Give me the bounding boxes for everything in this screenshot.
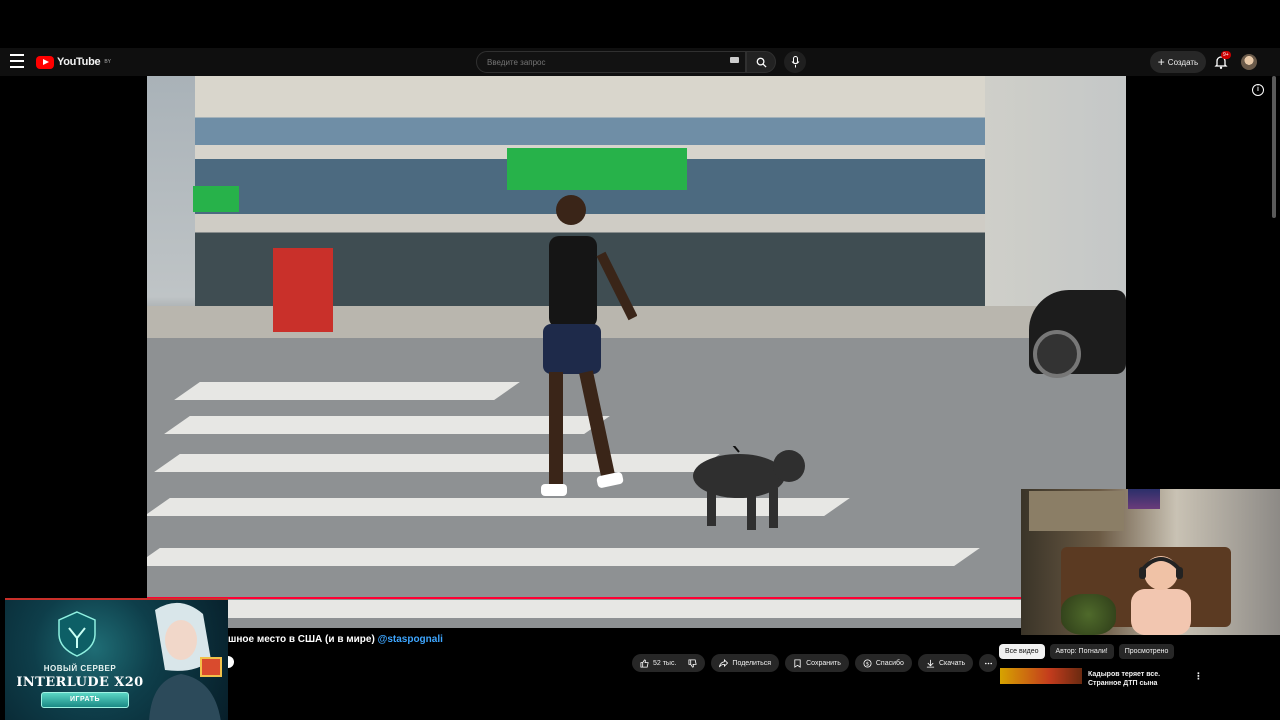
recommendation-chips: Все видео Автор: Погнали! Просмотрено [999, 644, 1175, 659]
region-code: BY [104, 59, 111, 65]
logo-text: YouTube [57, 56, 101, 68]
related-title[interactable]: Кадыров теряет все. Странное ДТП сына [1088, 670, 1178, 688]
mic-icon [791, 56, 799, 68]
info-icon[interactable]: i [1252, 84, 1264, 96]
video-person [541, 195, 637, 496]
video-building-right [985, 76, 1126, 306]
chip-watched[interactable]: Просмотрено [1118, 644, 1175, 659]
avatar[interactable] [1241, 54, 1257, 70]
video-dog [693, 446, 805, 530]
like-count: 52 тыс. [653, 659, 677, 667]
shield-emblem-icon [58, 611, 96, 657]
ad-subtitle: НОВЫЙ СЕРВЕР [43, 664, 117, 673]
scrollbar[interactable] [1272, 76, 1276, 218]
search-icon [756, 57, 767, 68]
ad-title: INTERLUDE X20 [16, 675, 144, 690]
action-row: 52 тыс. Поделиться Сохранить $ Спасибо С… [632, 654, 998, 672]
save-button[interactable]: Сохранить [785, 654, 849, 672]
search-button[interactable] [746, 51, 776, 73]
thanks-icon: $ [863, 658, 872, 668]
create-label: Создать [1167, 57, 1199, 67]
video-player[interactable] [147, 76, 1126, 628]
like-icon [640, 658, 649, 668]
share-icon [719, 658, 729, 667]
video-bank-sign [507, 148, 687, 190]
ad-play-button[interactable]: ИГРАТЬ [41, 692, 129, 708]
video-title-text: шное место в США (и в мире) [228, 634, 375, 645]
more-button[interactable] [979, 654, 998, 672]
thanks-button[interactable]: $ Спасибо [854, 654, 912, 672]
webcam-overlay [1021, 489, 1280, 635]
save-label: Сохранить [806, 659, 841, 667]
search-input[interactable] [477, 52, 727, 73]
svg-text:$: $ [866, 661, 869, 667]
webcam-poster [1128, 489, 1160, 509]
related-video-item[interactable]: Кадыров теряет все. Странное ДТП сына ⋮ [1000, 668, 1280, 687]
youtube-logo-icon [36, 55, 54, 69]
video-car [1029, 290, 1126, 378]
game-ad-banner[interactable]: НОВЫЙ СЕРВЕР INTERLUDE X20 ИГРАТЬ [5, 598, 228, 720]
webcam-plant [1061, 594, 1116, 635]
thanks-label: Спасибо [875, 659, 904, 667]
more-icon [984, 662, 992, 664]
ad-character-illustration [149, 602, 222, 720]
video-kiosk [273, 248, 333, 332]
save-icon [794, 658, 801, 668]
related-more-icon[interactable]: ⋮ [1194, 671, 1203, 682]
create-button[interactable]: + Создать [1150, 51, 1206, 73]
dislike-icon[interactable] [688, 658, 698, 668]
video-bank-sign-left [193, 186, 239, 212]
keyboard-icon[interactable] [730, 57, 739, 63]
video-progress-bar[interactable] [147, 597, 1021, 599]
related-thumbnail[interactable] [1000, 668, 1082, 684]
webcam-window [1029, 491, 1124, 531]
webcam-person [1131, 556, 1191, 635]
voice-search-button[interactable] [784, 51, 806, 73]
download-icon [926, 659, 935, 668]
channel-handle-link[interactable]: @staspognali [378, 634, 443, 645]
notifications-badge: 9+ [1221, 51, 1231, 59]
like-button[interactable]: 52 тыс. [632, 654, 706, 672]
download-label: Скачать [938, 659, 966, 667]
menu-icon[interactable] [10, 54, 26, 68]
chip-all-videos[interactable]: Все видео [999, 644, 1045, 659]
youtube-logo[interactable]: YouTube BY [36, 53, 111, 71]
video-title: шное место в США (и в мире) @staspognali [228, 634, 443, 645]
download-button[interactable]: Скачать [917, 654, 974, 672]
search-box[interactable] [476, 51, 746, 73]
share-button[interactable]: Поделиться [711, 654, 780, 672]
share-label: Поделиться [732, 659, 772, 667]
top-bar: YouTubeBY + Создать 9+ [0, 48, 1280, 76]
chip-author[interactable]: Автор: Погнали! [1049, 644, 1114, 659]
plus-icon: + [1157, 55, 1165, 69]
